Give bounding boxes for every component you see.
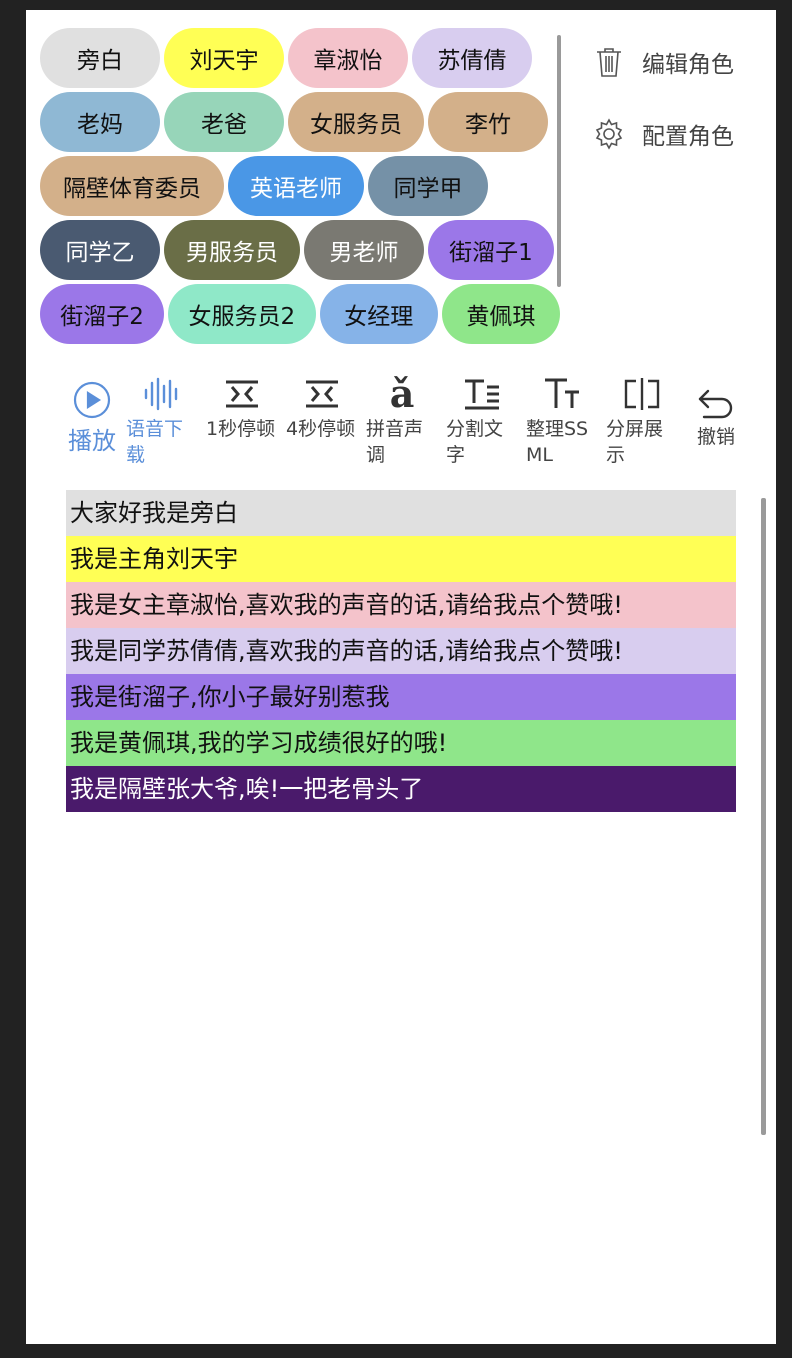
toolbar: 播放 语音下载 1秒停顿 4秒停顿 ǎ 拼音声调 分割文字 整理SSML 分屏展… bbox=[52, 372, 752, 482]
role-chip[interactable]: 苏倩倩 bbox=[412, 28, 532, 88]
script-line[interactable]: 我是主角刘天宇 bbox=[66, 536, 736, 582]
pinyin-tone-button[interactable]: ǎ 拼音声调 bbox=[366, 372, 438, 468]
role-chip[interactable]: 街溜子2 bbox=[40, 284, 165, 344]
font-size-icon bbox=[545, 378, 579, 408]
pause-1s-label: 1秒停顿 bbox=[206, 418, 276, 440]
role-chip-row: 隔壁体育委员 英语老师 同学甲 bbox=[40, 156, 560, 216]
role-chip[interactable]: 旁白 bbox=[40, 28, 160, 88]
script-line[interactable]: 我是女主章淑怡,喜欢我的声音的话,请给我点个赞哦! bbox=[66, 582, 736, 628]
role-chip[interactable]: 女经理 bbox=[319, 284, 438, 344]
role-chip[interactable]: 黄佩琪 bbox=[441, 284, 560, 344]
split-screen-icon bbox=[624, 378, 660, 410]
role-chip[interactable]: 男服务员 bbox=[164, 220, 300, 280]
editor-panel: 旁白 刘天宇 章淑怡 苏倩倩 老妈 老爸 女服务员 李竹 隔壁体育委员 英语老师 同学甲 同学乙 男服务… bbox=[26, 10, 776, 1344]
pinyin-tone-label: 拼音声调 bbox=[366, 418, 424, 466]
script-scrollbar[interactable] bbox=[761, 498, 766, 1135]
role-chip-row: 街溜子2 女服务员2 女经理 黄佩琪 bbox=[40, 284, 560, 344]
undo-label: 撤销 bbox=[696, 426, 735, 448]
pause-1s-button[interactable]: 1秒停顿 bbox=[206, 372, 278, 442]
role-chip[interactable]: 同学乙 bbox=[40, 220, 160, 280]
script-line[interactable]: 我是黄佩琪,我的学习成绩很好的哦! bbox=[66, 720, 736, 766]
pause-4s-label: 4秒停顿 bbox=[286, 418, 356, 440]
play-label: 播放 bbox=[68, 427, 116, 455]
edit-role-label: 编辑角色 bbox=[642, 52, 734, 78]
script-line[interactable]: 大家好我是旁白 bbox=[66, 490, 736, 536]
script-line[interactable]: 我是同学苏倩倩,喜欢我的声音的话,请给我点个赞哦! bbox=[66, 628, 736, 674]
role-chip[interactable]: 女服务员 bbox=[288, 92, 424, 152]
role-chip[interactable]: 街溜子1 bbox=[428, 220, 554, 280]
role-chip-row: 老妈 老爸 女服务员 李竹 bbox=[40, 92, 560, 152]
role-chip[interactable]: 老妈 bbox=[40, 92, 160, 152]
split-text-button[interactable]: 分割文字 bbox=[446, 372, 518, 468]
edit-role-button[interactable]: 编辑角色 bbox=[592, 44, 772, 80]
role-chip[interactable]: 刘天宇 bbox=[164, 28, 284, 88]
undo-icon bbox=[698, 389, 733, 419]
trash-icon bbox=[597, 48, 621, 77]
gear-icon bbox=[595, 118, 623, 150]
config-role-button[interactable]: 配置角色 bbox=[592, 116, 772, 152]
script-lines: 大家好我是旁白 我是主角刘天宇 我是女主章淑怡,喜欢我的声音的话,请给我点个赞哦! 我… bbox=[66, 490, 736, 812]
organize-ssml-button[interactable]: 整理SSML bbox=[526, 372, 598, 468]
role-chip[interactable]: 老爸 bbox=[164, 92, 284, 152]
pause-spacing-icon bbox=[226, 380, 258, 408]
script-line[interactable]: 我是街溜子,你小子最好别惹我 bbox=[66, 674, 736, 720]
pause-4s-button[interactable]: 4秒停顿 bbox=[286, 372, 358, 442]
role-chip[interactable]: 章淑怡 bbox=[288, 28, 408, 88]
role-actions: 编辑角色 配置角色 bbox=[592, 44, 772, 188]
role-chip-row: 旁白 刘天宇 章淑怡 苏倩倩 bbox=[40, 28, 560, 88]
organize-ssml-label: 整理SSML bbox=[526, 418, 589, 466]
split-text-label: 分割文字 bbox=[446, 418, 504, 466]
split-screen-button[interactable]: 分屏展示 bbox=[606, 372, 678, 468]
role-chip[interactable]: 女服务员2 bbox=[168, 284, 316, 344]
voice-download-label: 语音下载 bbox=[126, 418, 184, 466]
role-chip[interactable]: 隔壁体育委员 bbox=[40, 156, 224, 216]
role-chip-list: 旁白 刘天宇 章淑怡 苏倩倩 老妈 老爸 女服务员 李竹 隔壁体育委员 英语老师 同学甲 同学乙 男服务… bbox=[40, 28, 560, 348]
waveform-icon bbox=[144, 377, 178, 411]
config-role-label: 配置角色 bbox=[642, 124, 734, 150]
text-split-icon bbox=[465, 379, 499, 410]
voice-download-button[interactable]: 语音下载 bbox=[126, 372, 198, 468]
role-chip[interactable]: 同学甲 bbox=[368, 156, 488, 216]
role-chip[interactable]: 李竹 bbox=[428, 92, 548, 152]
pause-spacing-icon bbox=[306, 380, 338, 408]
pinyin-tone-icon: ǎ bbox=[389, 371, 415, 416]
play-icon bbox=[73, 381, 111, 419]
role-list-scrollbar[interactable] bbox=[557, 35, 561, 287]
role-chip[interactable]: 男老师 bbox=[304, 220, 424, 280]
split-screen-label: 分屏展示 bbox=[606, 418, 664, 466]
role-chip-row: 同学乙 男服务员 男老师 街溜子1 bbox=[40, 220, 560, 280]
play-button[interactable]: 播放 bbox=[52, 372, 132, 454]
undo-button[interactable]: 撤销 bbox=[686, 384, 746, 450]
script-line[interactable]: 我是隔壁张大爷,唉!一把老骨头了 bbox=[66, 766, 736, 812]
role-chip[interactable]: 英语老师 bbox=[228, 156, 364, 216]
